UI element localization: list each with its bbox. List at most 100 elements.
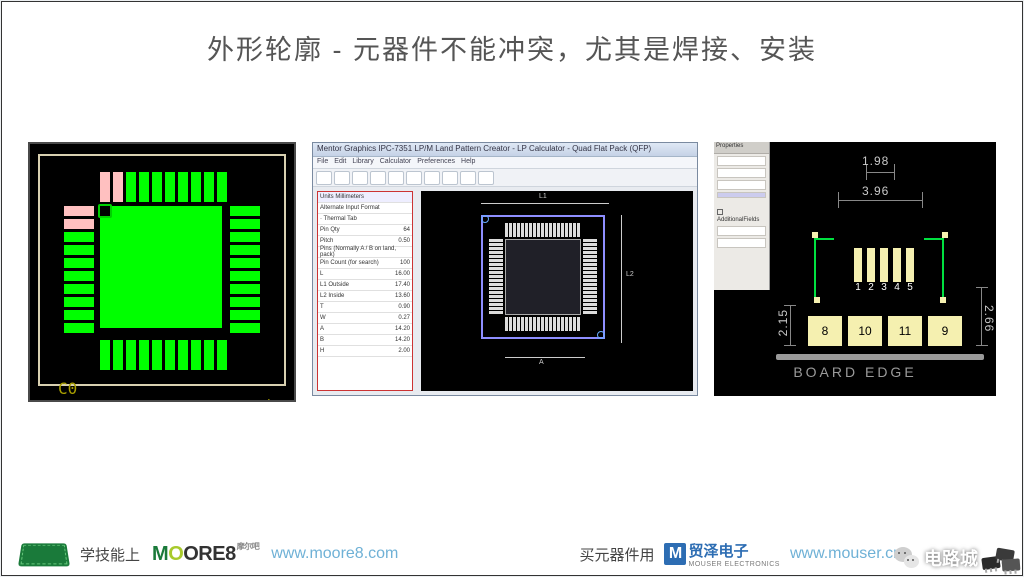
param-row: L2 Inside13.60 (318, 291, 412, 302)
footprint-qfp-green: C0 1 (28, 142, 296, 402)
slide-title: 外形轮廓 - 元器件不能冲突，尤其是焊接、安装 (2, 28, 1022, 67)
menu-item[interactable]: Preferences (417, 158, 455, 167)
menu-item[interactable]: Calculator (380, 158, 412, 167)
toolbar-button[interactable] (316, 171, 332, 185)
param-row: L1 Outside17.40 (318, 280, 412, 291)
param-row: Pins (Normally A / B on land, pack) (318, 247, 412, 258)
prop-field[interactable] (717, 238, 766, 248)
connector-board-edge: Properties AdditionalFields 1.98 3.96 (714, 142, 996, 396)
pad-num: 1 (854, 282, 862, 293)
dim-198: 1.98 (862, 154, 889, 168)
footer-left-label: 学技能上 (80, 544, 140, 565)
slide: 外形轮廓 - 元器件不能冲突，尤其是焊接、安装 C0 (1, 1, 1023, 576)
param-row: H2.00 (318, 346, 412, 357)
pins-right (230, 206, 260, 333)
toolbar-button[interactable] (406, 171, 422, 185)
pad-big: 8 (808, 316, 842, 346)
dim-215: 2.15 (776, 309, 790, 336)
origin-marker (597, 331, 605, 339)
preview-canvas: L1 L2 A (421, 191, 693, 391)
toolbar-button[interactable] (370, 171, 386, 185)
pad-small (880, 248, 888, 282)
pad-num: 3 (880, 282, 888, 293)
param-row: Pin Qty64 (318, 225, 412, 236)
moore8-logo: MOORE8摩尔吧 (152, 543, 259, 566)
ref-c1: 1 (255, 398, 274, 402)
dim-396: 3.96 (862, 184, 889, 198)
land-pattern-creator-window: Mentor Graphics IPC-7351 LP/M Land Patte… (312, 142, 698, 396)
prop-field[interactable] (717, 168, 766, 178)
toolbar-button[interactable] (478, 171, 494, 185)
toolbar-button[interactable] (352, 171, 368, 185)
pad-big: 11 (888, 316, 922, 346)
parameter-panel: Units Millimeters Alternate Input Format… (317, 191, 413, 391)
qfp-pins-right (583, 239, 597, 314)
mouser-url[interactable]: www.mouser.cn (790, 545, 902, 563)
pad-small (867, 248, 875, 282)
pad-num: 2 (867, 282, 875, 293)
pad-big: 10 (848, 316, 882, 346)
moore8-url[interactable]: www.moore8.com (271, 545, 398, 563)
board-edge-label: BOARD EDGE (714, 364, 996, 380)
small-pad (812, 232, 818, 238)
menu-item[interactable]: Library (352, 158, 373, 167)
pins-top (100, 172, 227, 202)
pins-bottom (100, 340, 227, 370)
param-row: B14.20 (318, 335, 412, 346)
trace-right (924, 238, 944, 302)
param-thermal: · Thermal Tab (318, 214, 412, 225)
pad-small (906, 248, 914, 282)
properties-title: Properties (714, 142, 769, 154)
slide-footer: 学技能上 MOORE8摩尔吧 www.moore8.com 买元器件用 M 贸泽… (2, 533, 1022, 575)
window-menubar: File Edit Library Calculator Preferences… (313, 157, 697, 169)
param-row: Pin Count (for search)100 (318, 258, 412, 269)
pin1-marker (98, 204, 112, 218)
pcb-icon (18, 543, 70, 566)
prop-field[interactable] (717, 180, 766, 190)
param-units: Units Millimeters (318, 192, 412, 203)
pad-big: 9 (928, 316, 962, 346)
menu-item[interactable]: Edit (334, 158, 346, 167)
toolbar-button[interactable] (442, 171, 458, 185)
qfp-pins-top (505, 223, 580, 237)
mouser-logo: M 贸泽电子 MOUSER ELECTRONICS (664, 540, 779, 568)
menu-item[interactable]: File (317, 158, 328, 167)
footer-right-label: 买元器件用 (579, 544, 654, 565)
trace-left (814, 238, 834, 302)
dim-l1: L1 (539, 193, 547, 200)
chip-core (100, 206, 222, 328)
prop-checkbox[interactable]: AdditionalFields (714, 208, 769, 224)
footer-right: 买元器件用 M 贸泽电子 MOUSER ELECTRONICS www.mous… (579, 540, 902, 568)
prop-field[interactable] (717, 156, 766, 166)
ref-c0: C0 (58, 379, 77, 398)
param-row: L16.00 (318, 269, 412, 280)
properties-panel: Properties AdditionalFields (714, 142, 770, 290)
dim-l2: L2 (626, 271, 634, 278)
dim-a: A (539, 359, 544, 366)
pad-num: 4 (893, 282, 901, 293)
param-row: T0.90 (318, 302, 412, 313)
origin-marker (481, 215, 489, 223)
param-alt: Alternate Input Format (318, 203, 412, 214)
menu-item[interactable]: Help (461, 158, 475, 167)
param-row: W0.27 (318, 313, 412, 324)
dim-266: 2.66 (982, 305, 996, 332)
mouser-m-icon: M (664, 543, 686, 565)
toolbar-button[interactable] (388, 171, 404, 185)
pad-num: 5 (906, 282, 914, 293)
small-pad (942, 232, 948, 238)
toolbar-button[interactable] (424, 171, 440, 185)
qfp-pins-left (489, 239, 503, 314)
pad-small (893, 248, 901, 282)
window-titlebar: Mentor Graphics IPC-7351 LP/M Land Patte… (313, 143, 697, 157)
prop-field[interactable] (717, 226, 766, 236)
board-edge-bar (776, 354, 984, 360)
toolbar-button[interactable] (334, 171, 350, 185)
small-pad (940, 297, 946, 303)
prop-link[interactable] (717, 192, 766, 198)
window-toolbar (313, 169, 697, 187)
qfp-body (505, 239, 581, 315)
toolbar-button[interactable] (460, 171, 476, 185)
small-pad (814, 297, 820, 303)
footer-left: 学技能上 MOORE8摩尔吧 www.moore8.com (20, 541, 398, 567)
